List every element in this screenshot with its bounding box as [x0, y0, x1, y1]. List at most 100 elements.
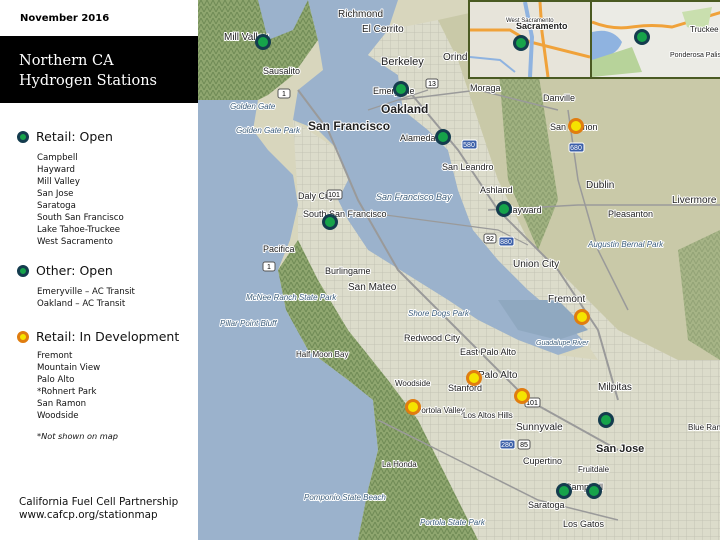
svg-text:580: 580 [463, 142, 475, 149]
place-label: Redwood City [404, 333, 461, 343]
list-item: Oakland – AC Transit [37, 299, 126, 309]
place-label: Palo Alto [478, 370, 518, 381]
place-label: Guadalupe River [536, 340, 589, 347]
place-label: Union City [513, 259, 559, 270]
station-marker-palo-alto[interactable] [466, 370, 482, 386]
list-item: Fremont [37, 351, 73, 361]
title-banner: Northern CA Hydrogen Stations [0, 36, 198, 103]
place-label: Danville [543, 93, 575, 103]
place-label: Orind [443, 52, 467, 63]
legend-retail-dev: Retail: In Development [17, 329, 179, 344]
place-label: San Leandro [442, 162, 494, 172]
station-marker-hayward[interactable] [496, 201, 512, 217]
place-label: East Palo Alto [460, 347, 516, 357]
legend-other-open-label: Other: Open [36, 263, 113, 278]
highway-280-shield-icon: 280 [499, 439, 516, 450]
place-label: Berkeley [381, 56, 424, 68]
station-marker-campbell[interactable] [586, 483, 602, 499]
station-open-marker-icon [17, 130, 29, 143]
legend-retail-open: Retail: Open [17, 129, 113, 144]
place-label: Portola State Park [420, 518, 486, 527]
place-label: Pillar Point Bluff [220, 319, 277, 328]
inset-truckee[interactable]: Truckee Ponderosa Palisades [590, 0, 720, 79]
station-marker-woodside[interactable] [405, 399, 421, 415]
place-label: Saratoga [528, 500, 565, 510]
place-label: Los Gatos [563, 519, 605, 529]
credit-url[interactable]: www.cafcp.org/stationmap [19, 509, 178, 522]
station-marker-fremont[interactable] [574, 309, 590, 325]
place-label: Burlingame [325, 266, 371, 276]
legend-retail-dev-label: Retail: In Development [36, 329, 180, 344]
credit: California Fuel Cell Partnership www.caf… [19, 496, 178, 522]
map-canvas: Richmond El Cerrito Mill Valley Sausalit… [198, 0, 720, 540]
station-marker-san-jose[interactable] [598, 412, 614, 428]
place-label: Augustin Bernal Park [587, 240, 664, 249]
place-label: La Honda [382, 460, 417, 469]
place-label: Pomponio State Beach [304, 493, 386, 502]
highway-880-shield-icon: 880 [498, 236, 515, 247]
place-label: Truckee [690, 25, 719, 34]
svg-text:85: 85 [520, 442, 528, 449]
title-line-2: Hydrogen Stations [19, 73, 157, 89]
svg-text:680: 680 [570, 145, 582, 152]
place-label: Los Altos Hills [463, 411, 513, 420]
list-item: Mountain View [37, 363, 101, 373]
station-marker-mill-valley[interactable] [255, 34, 271, 50]
station-marker-saratoga[interactable] [556, 483, 572, 499]
inset-sacramento[interactable]: Sacramento West Sacramento [468, 0, 592, 79]
list-item: Lake Tahoe-Truckee [37, 225, 121, 235]
list-item: Hayward [37, 165, 75, 175]
place-label: Fruitdale [578, 465, 610, 474]
highway-101-shield-icon: 101 [326, 189, 343, 200]
station-marker-truckee[interactable] [634, 29, 650, 45]
place-label: Cupertino [523, 456, 562, 466]
list-item: San Jose [37, 189, 74, 199]
place-label: Golden Gate [230, 102, 276, 111]
place-label: Golden Gate Park [236, 126, 301, 135]
place-label: Portola Valley [416, 406, 465, 415]
svg-text:280: 280 [501, 442, 513, 449]
place-label: Richmond [338, 9, 383, 20]
date-label: November 2016 [20, 13, 110, 24]
station-open-marker-icon [17, 264, 29, 277]
map[interactable]: Richmond El Cerrito Mill Valley Sausalit… [198, 0, 720, 540]
place-label: Sunnyvale [516, 422, 563, 433]
station-marker-oakland[interactable] [435, 129, 451, 145]
station-marker-south-sf[interactable] [322, 214, 338, 230]
svg-text:101: 101 [328, 192, 340, 199]
place-label: Pacifica [263, 244, 295, 254]
list-item: *Rohnert Park [37, 387, 97, 397]
legend-retail-open-label: Retail: Open [36, 129, 113, 144]
place-label: Sausalito [263, 66, 300, 76]
place-label: South San Francisco [303, 209, 387, 219]
place-label: Oakland [381, 102, 428, 116]
highway-580-shield-icon: 580 [461, 139, 478, 150]
svg-text:1: 1 [282, 91, 286, 98]
place-label: Milpitas [598, 382, 632, 393]
inset-truckee-map: Truckee Ponderosa Palisades [592, 2, 720, 77]
inset-sacramento-map: Sacramento West Sacramento [470, 2, 590, 77]
highway-92-shield-icon: 92 [483, 233, 497, 244]
place-label: West Sacramento [506, 18, 554, 24]
place-label: McNee Ranch State Park [246, 293, 337, 302]
station-marker-san-ramon[interactable] [568, 118, 584, 134]
place-label: San Mateo [348, 282, 397, 293]
station-marker-emeryville[interactable] [393, 81, 409, 97]
list-item: Saratoga [37, 201, 76, 211]
place-label: Ponderosa Palisades [670, 52, 720, 59]
station-dev-marker-icon [17, 330, 29, 343]
list-item: Mill Valley [37, 177, 80, 187]
place-label: Ashland [480, 185, 513, 195]
station-marker-west-sacramento[interactable] [513, 35, 529, 51]
place-label: El Cerrito [362, 24, 404, 35]
svg-text:880: 880 [500, 239, 512, 246]
place-label: San Francisco [308, 119, 390, 133]
place-label: Woodside [395, 379, 431, 388]
place-label: Blue Ranch [688, 423, 720, 432]
highway-13-shield-icon: 13 [425, 78, 439, 89]
svg-text:1: 1 [267, 264, 271, 271]
list-item: West Sacramento [37, 237, 113, 247]
list-item: Campbell [37, 153, 78, 163]
highway-680-shield-icon: 680 [568, 142, 585, 153]
station-marker-mountain-view[interactable] [514, 388, 530, 404]
